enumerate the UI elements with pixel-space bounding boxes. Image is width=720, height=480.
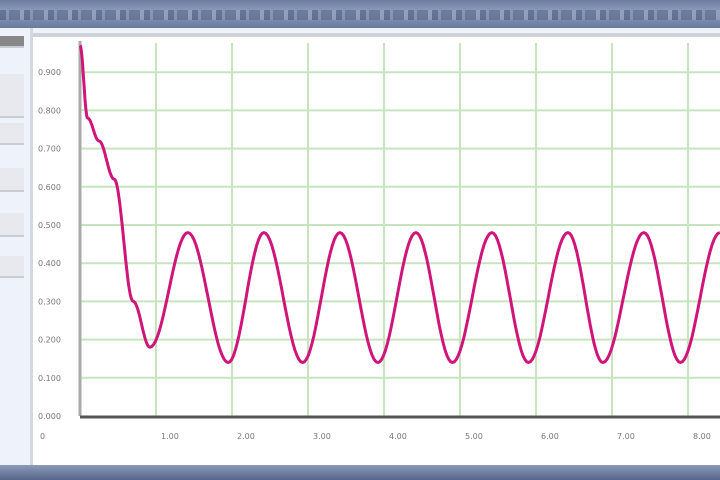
series-line-signal [78, 44, 720, 364]
y-tick-label: 0.600 [38, 183, 61, 192]
panel-button[interactable] [0, 123, 24, 145]
panel-label [0, 36, 24, 48]
y-tick-label: 0.500 [38, 221, 61, 230]
y-tick-label: 0.800 [38, 106, 61, 115]
chart-area: 0.000 0.100 0.200 0.300 0.400 0.500 0.600 0.700… [33, 33, 720, 469]
panel-button[interactable] [0, 74, 24, 118]
y-tick-label: 0.000 [38, 412, 61, 421]
y-tick-label: 0.700 [38, 145, 61, 154]
window-title-text [0, 10, 720, 20]
y-tick-label: 0.900 [38, 68, 61, 77]
left-control-panel [0, 28, 33, 465]
x-tick-label: 5.00 [465, 432, 483, 441]
x-tick-label: 7.00 [617, 432, 635, 441]
x-tick-label: 6.00 [541, 432, 559, 441]
taskbar [0, 465, 720, 480]
y-tick-label: 0.200 [38, 336, 61, 345]
x-tick-label: 8.00 [693, 432, 711, 441]
y-tick-label: 0.300 [38, 297, 61, 306]
panel-button[interactable] [0, 256, 24, 278]
x-tick-label: 0 [40, 432, 45, 441]
x-tick-label: 1.00 [161, 432, 179, 441]
x-tick-label: 4.00 [389, 432, 407, 441]
window-title-bar [0, 0, 720, 28]
panel-button[interactable] [0, 168, 24, 192]
y-tick-label: 0.100 [38, 374, 61, 383]
line-chart: 0.000 0.100 0.200 0.300 0.400 0.500 0.600 0.700… [38, 41, 720, 441]
panel-button[interactable] [0, 213, 24, 237]
x-tick-label: 3.00 [313, 432, 331, 441]
x-tick-label: 2.00 [237, 432, 255, 441]
y-tick-label: 0.400 [38, 259, 61, 268]
